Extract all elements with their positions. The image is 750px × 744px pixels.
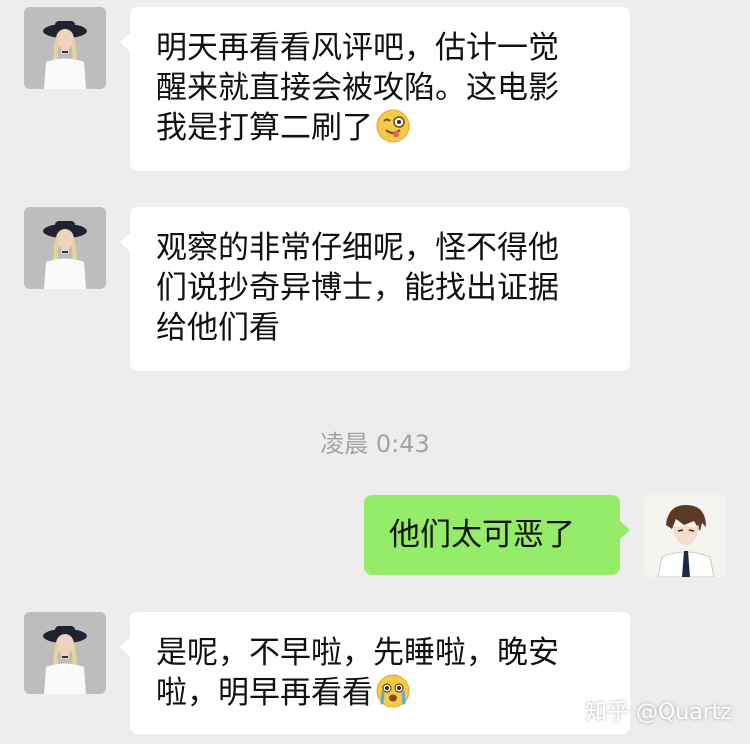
bubble-tail — [620, 521, 630, 539]
message-bubble[interactable]: 观察的非常仔细呢，怪不得他 们说抄奇异博士，能找出证据 给他们看 — [120, 207, 630, 371]
self-avatar[interactable] — [644, 495, 726, 577]
contact-avatar[interactable] — [24, 612, 106, 694]
message-bubble[interactable]: 明天再看看风评吧，估计一觉 醒来就直接会被攻陷。这电影 我是打算二刷了 — [120, 7, 630, 171]
contact-avatar[interactable] — [24, 207, 106, 289]
bubble-tail — [120, 33, 130, 51]
winking-face-with-tongue-icon — [376, 109, 410, 143]
message-text-line: 给他们看 — [156, 310, 280, 346]
bubble-tail — [120, 233, 130, 251]
message-text-line: 醒来就直接会被攻陷。这电影 — [156, 70, 559, 106]
message-text-line: 是呢，不早啦，先睡啦，晚安 — [156, 635, 559, 671]
message-text-line: 观察的非常仔细呢，怪不得他 — [156, 230, 559, 266]
crying-face-icon — [376, 674, 410, 708]
anime-boy-avatar-icon — [644, 495, 726, 577]
contact-avatar[interactable] — [24, 7, 106, 89]
message-text-line: 他们太可恶了 — [389, 517, 575, 553]
bubble-tail — [120, 638, 130, 656]
message-text-line: 明天再看看风评吧，估计一觉 — [156, 30, 559, 66]
girl-avatar-icon — [24, 7, 106, 89]
girl-avatar-icon — [24, 207, 106, 289]
message-text-line: 们说抄奇异博士，能找出证据 — [156, 270, 559, 306]
message-text-line: 我是打算二刷了 — [156, 110, 373, 146]
watermark: 知乎 @Quartz — [585, 700, 732, 725]
message-text-line: 啦，明早再看看 — [156, 675, 373, 711]
chat-timestamp: 凌晨 0:43 — [320, 430, 430, 458]
message-bubble[interactable]: 是呢，不早啦，先睡啦，晚安 啦，明早再看看 — [120, 612, 630, 734]
message-bubble-outgoing[interactable]: 他们太可恶了 — [364, 495, 630, 575]
girl-avatar-icon — [24, 612, 106, 694]
